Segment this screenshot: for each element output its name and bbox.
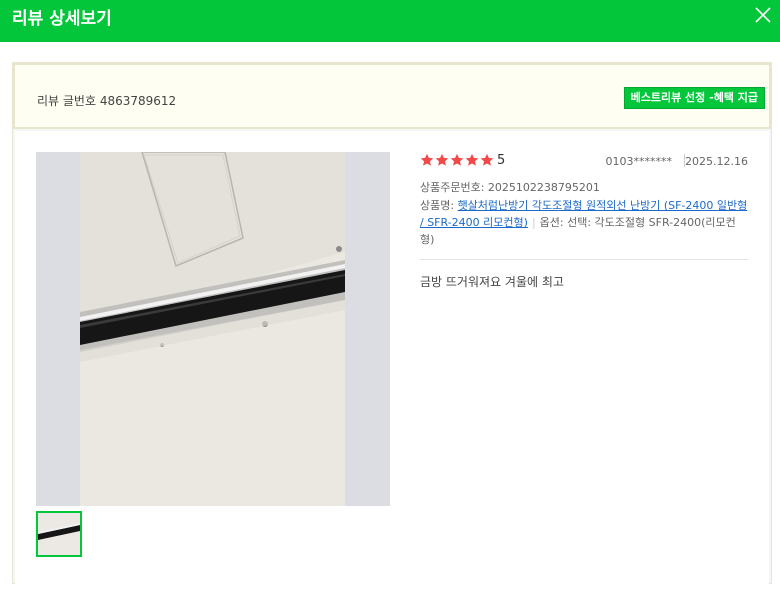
review-content: 5 0103******* 2025.12.16 상품주문번호: 2025102… — [15, 131, 769, 591]
order-number: 상품주문번호: 2025102238795201 — [420, 181, 600, 194]
star-icon — [420, 153, 434, 166]
star-icon — [480, 153, 494, 166]
divider — [420, 259, 748, 260]
divider: | — [531, 216, 536, 229]
modal-header: 리뷰 상세보기 — [0, 0, 780, 42]
review-info-bar: 리뷰 글번호 4863789612 베스트리뷰 선정 -혜택 지급 — [13, 63, 771, 129]
star-icon — [450, 153, 464, 166]
star-icon — [435, 153, 449, 166]
star-icon — [465, 153, 479, 166]
main-photo-frame — [36, 152, 390, 506]
review-container: 리뷰 글번호 4863789612 베스트리뷰 선정 -혜택 지급 5 0103… — [12, 62, 772, 591]
best-review-button[interactable]: 베스트리뷰 선정 -혜택 지급 — [623, 87, 765, 109]
product-info: 상품명: 햇살처럼난방기 각도조절형 원적외선 난방기 (SF-2400 일반형… — [420, 197, 748, 248]
reviewer-id: 0103******* — [605, 155, 673, 168]
star-rating — [420, 153, 494, 167]
close-icon[interactable] — [754, 6, 772, 24]
rating-score: 5 — [497, 153, 506, 168]
review-date: 2025.12.16 — [685, 155, 748, 168]
photo-thumbnail[interactable] — [36, 511, 82, 557]
modal-title: 리뷰 상세보기 — [12, 9, 112, 29]
review-number: 리뷰 글번호 4863789612 — [37, 94, 177, 108]
review-photo[interactable] — [80, 152, 345, 506]
product-label: 상품명: — [420, 199, 458, 212]
review-body: 금방 뜨거워져요 겨울에 최고 — [420, 275, 564, 289]
